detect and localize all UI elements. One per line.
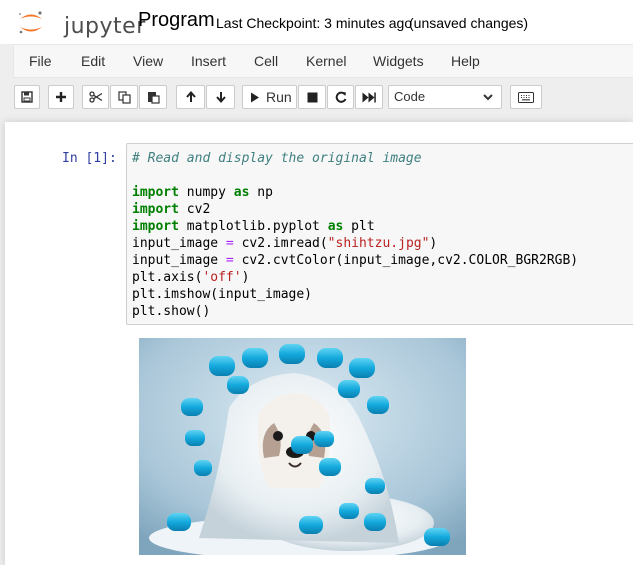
arrow-down-icon	[215, 92, 226, 103]
toolbar: Run Code	[0, 80, 633, 114]
menu-edit[interactable]: Edit	[81, 53, 105, 69]
cut-button[interactable]	[82, 85, 109, 109]
run-button[interactable]: Run	[242, 85, 297, 109]
menu-bar: File Edit View Insert Cell Kernel Widget…	[13, 44, 633, 78]
code-line-9: plt.imshow(input_image)	[132, 287, 313, 302]
chevron-down-icon	[483, 94, 493, 101]
jupyter-logo-icon	[19, 11, 42, 34]
checkpoint-status: Last Checkpoint: 3 minutes ago	[216, 15, 413, 31]
menu-kernel[interactable]: Kernel	[306, 53, 346, 69]
command-palette-button[interactable]	[510, 85, 542, 109]
menu-view[interactable]: View	[133, 53, 163, 69]
save-button[interactable]	[14, 85, 40, 109]
code-line-3: import numpy as np	[132, 185, 273, 200]
play-icon	[251, 92, 259, 102]
paste-button[interactable]	[139, 85, 167, 109]
logo-text: jupyter	[64, 14, 146, 39]
jupyter-logo[interactable]: jupyter	[16, 8, 145, 39]
plus-icon	[56, 92, 66, 102]
restart-run-all-button[interactable]	[355, 85, 383, 109]
fast-forward-icon	[362, 92, 376, 102]
arrow-up-icon	[185, 91, 196, 102]
code-line-6: input_image = cv2.imread("shihtzu.jpg")	[132, 236, 438, 251]
save-icon	[21, 91, 33, 103]
menu-help[interactable]: Help	[451, 53, 480, 69]
interrupt-kernel-button[interactable]	[298, 85, 326, 109]
menu-cell[interactable]: Cell	[254, 53, 278, 69]
menu-insert[interactable]: Insert	[191, 53, 226, 69]
cell-type-value: Code	[394, 89, 426, 104]
menu-widgets[interactable]: Widgets	[373, 53, 424, 69]
insert-cell-button[interactable]	[48, 85, 74, 109]
move-up-button[interactable]	[176, 85, 205, 109]
notebook-header: jupyter Program Last Checkpoint: 3 minut…	[0, 0, 633, 44]
copy-button[interactable]	[110, 85, 138, 109]
menu-file[interactable]: File	[29, 53, 52, 69]
restart-kernel-button[interactable]	[327, 85, 354, 109]
stop-icon	[307, 92, 317, 102]
keyboard-icon	[518, 91, 534, 103]
paste-icon	[147, 91, 160, 104]
cell-prompt: In [1]:	[62, 151, 117, 166]
code-line-7: input_image = cv2.cvtColor(input_image,c…	[132, 253, 579, 268]
notebook-name[interactable]: Program	[138, 9, 215, 32]
autosave-status: (unsaved changes)	[409, 15, 529, 31]
move-down-button[interactable]	[206, 85, 235, 109]
run-label: Run	[266, 89, 292, 105]
code-line-4: import cv2	[132, 202, 211, 217]
code-line-5: import matplotlib.pyplot as plt	[132, 219, 375, 234]
restart-icon	[335, 91, 346, 103]
code-line-8: plt.axis('off')	[132, 270, 250, 285]
code-line-1: # Read and display the original image	[132, 151, 422, 166]
code-editor[interactable]: # Read and display the original image im…	[132, 150, 578, 320]
copy-icon	[117, 90, 131, 104]
cell-type-select[interactable]: Code	[388, 85, 502, 109]
code-line-10: plt.show()	[132, 304, 211, 319]
scissors-icon	[88, 91, 102, 103]
dog-photo	[139, 338, 466, 555]
output-image	[139, 338, 466, 555]
